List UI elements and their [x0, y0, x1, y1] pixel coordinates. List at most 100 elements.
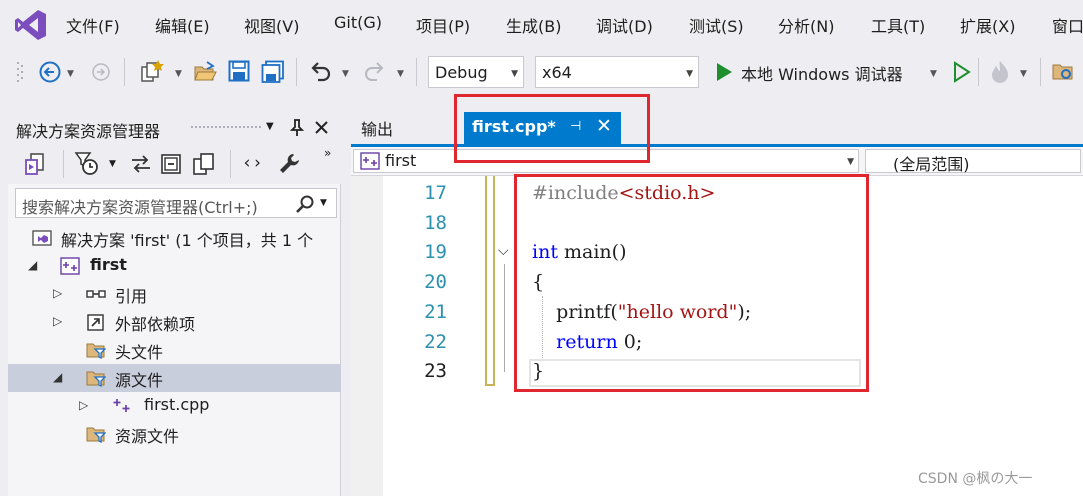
navigate-back-dropdown-icon[interactable]: ▼	[67, 69, 74, 79]
filter-folder-icon	[86, 427, 106, 443]
debug-target-dropdown-icon[interactable]: ▼	[930, 69, 937, 79]
close-icon[interactable]	[314, 120, 329, 135]
new-project-dropdown-icon[interactable]: ▼	[175, 69, 182, 79]
menu-debug[interactable]: 调试(D)	[596, 13, 653, 37]
scope-dropdown[interactable]: (全局范围)	[865, 149, 1081, 174]
menu-window[interactable]: 窗口	[1052, 13, 1083, 37]
collapse-region-icon[interactable]: ⌵	[498, 243, 509, 259]
toolbar-separator	[230, 150, 231, 178]
line-number: 18	[424, 211, 447, 234]
search-options-dropdown-icon[interactable]: ▼	[320, 198, 327, 208]
line-number: 23	[424, 360, 447, 383]
undo-dropdown-icon[interactable]: ▼	[342, 69, 349, 79]
redo-icon[interactable]	[363, 60, 387, 84]
panel-drag-handle[interactable]	[190, 125, 262, 130]
menu-build[interactable]: 生成(B)	[506, 13, 561, 37]
filter-dropdown-icon[interactable]: ▼	[109, 159, 116, 169]
toolbar-separator	[1040, 58, 1041, 86]
toolbar-separator	[124, 58, 125, 86]
filter-folder-icon	[86, 371, 106, 387]
solution-explorer-header: 解决方案资源管理器 ▼	[8, 110, 341, 144]
toolbar-overflow-icon[interactable]: »	[324, 146, 331, 160]
tree-item[interactable]: ▷ 外部依赖项	[8, 308, 341, 336]
collapse-all-icon[interactable]	[160, 153, 182, 175]
tree-item-label: 头文件	[115, 343, 164, 362]
save-icon[interactable]	[228, 60, 250, 82]
toolbar-grip-icon[interactable]	[16, 60, 24, 84]
tree-item[interactable]: 解决方案 'first' (1 个项目，共 1 个	[8, 224, 341, 252]
menu-test[interactable]: 测试(S)	[689, 13, 744, 37]
line-number: 21	[424, 300, 447, 323]
panel-options-dropdown-icon[interactable]: ▼	[266, 121, 274, 132]
filter-folder-icon	[86, 343, 106, 359]
visual-studio-logo-icon[interactable]	[14, 8, 48, 42]
menu-extensions[interactable]: 扩展(X)	[960, 13, 1015, 37]
menu-analyze[interactable]: 分析(N)	[778, 13, 834, 37]
undo-icon[interactable]	[308, 60, 332, 84]
indicator-margin[interactable]	[351, 176, 383, 496]
solution-configuration-dropdown[interactable]: Debug ▼	[428, 56, 524, 88]
hot-reload-dropdown-icon[interactable]: ▼	[1020, 69, 1027, 79]
sync-with-active-document-icon[interactable]	[130, 154, 152, 174]
expand-arrow-icon[interactable]: ▷	[79, 398, 88, 412]
tree-item[interactable]: ◢ 源文件	[8, 364, 341, 392]
properties-wrench-icon[interactable]	[278, 152, 302, 176]
outline-region-line	[504, 264, 505, 372]
solution-tree: 解决方案 'first' (1 个项目，共 1 个 ◢ first ▷ 引用 ▷ 外部依赖项…	[8, 224, 341, 496]
solution-platform-dropdown[interactable]: x64 ▼	[535, 56, 699, 88]
expand-arrow-icon[interactable]: ▷	[53, 286, 62, 300]
line-number: 19	[424, 241, 447, 264]
external-dependencies-icon	[87, 314, 104, 331]
navigate-back-icon[interactable]	[38, 60, 62, 84]
solution-explorer-search-input[interactable]: 搜索解决方案资源管理器(Ctrl+;) ▼	[15, 188, 337, 218]
change-tracking-bar	[485, 176, 495, 386]
new-project-icon[interactable]	[139, 59, 165, 85]
menu-tools[interactable]: 工具(T)	[871, 13, 925, 37]
tab-output[interactable]: 输出	[361, 116, 393, 140]
expand-arrow-icon[interactable]: ▷	[53, 314, 62, 328]
standard-toolbar: ▼ ▼ ▼ ▼ Debug ▼ x64 ▼ 本地 Windows 调试器 ▼ ▼	[0, 50, 1083, 94]
start-without-debugging-icon[interactable]	[952, 61, 972, 83]
redo-dropdown-icon[interactable]: ▼	[397, 69, 404, 79]
solution-configuration-value: Debug	[435, 63, 488, 82]
collapse-arrow-icon[interactable]: ◢	[53, 370, 62, 384]
collapse-arrow-icon[interactable]: ◢	[28, 258, 37, 272]
solution-explorer-panel: 解决方案资源管理器 ▼ ▼ ‹› » 搜索解决方案资源管理器(Ctrl+;) ▼…	[8, 110, 341, 496]
highlight-box-tab	[454, 94, 650, 163]
tree-item-label: 外部依赖项	[115, 315, 196, 334]
chevron-down-icon: ▼	[847, 157, 854, 167]
navigate-forward-icon[interactable]	[91, 62, 111, 82]
hot-reload-icon[interactable]	[988, 59, 1012, 85]
tree-item[interactable]: ▷ first.cpp	[8, 392, 341, 420]
menu-git[interactable]: Git(G)	[334, 13, 382, 32]
start-debugging-icon[interactable]	[714, 61, 734, 83]
pending-changes-filter-icon[interactable]	[74, 151, 100, 177]
references-icon	[86, 290, 106, 298]
toolbar-separator	[63, 150, 64, 178]
menu-project[interactable]: 项目(P)	[416, 13, 470, 37]
scope-dropdown-value: (全局范围)	[893, 155, 970, 174]
panel-title: 解决方案资源管理器	[16, 122, 161, 141]
start-debugging-button[interactable]: 本地 Windows 调试器	[741, 61, 903, 85]
line-number: 20	[424, 271, 447, 294]
search-placeholder: 搜索解决方案资源管理器(Ctrl+;)	[22, 198, 258, 217]
toolbar-separator	[296, 58, 297, 86]
tree-item[interactable]: 资源文件	[8, 420, 341, 448]
tree-item[interactable]: ◢ first	[8, 252, 341, 280]
line-number: 22	[424, 330, 447, 353]
show-all-files-icon[interactable]	[192, 152, 216, 176]
line-number: 17	[424, 182, 447, 204]
switch-views-icon[interactable]	[22, 152, 46, 176]
menu-view[interactable]: 视图(V)	[244, 13, 299, 37]
menu-file[interactable]: 文件(F)	[66, 13, 120, 37]
search-icon[interactable]	[295, 194, 315, 214]
save-all-icon[interactable]	[261, 60, 285, 84]
chevron-down-icon: ▼	[686, 69, 693, 79]
view-code-icon[interactable]: ‹›	[242, 153, 262, 173]
tree-item[interactable]: ▷ 引用	[8, 280, 341, 308]
pin-icon[interactable]	[290, 119, 304, 137]
tree-item[interactable]: 头文件	[8, 336, 341, 364]
menu-edit[interactable]: 编辑(E)	[155, 13, 210, 37]
browse-folder-icon[interactable]	[1051, 60, 1075, 84]
open-file-icon[interactable]	[193, 60, 217, 84]
